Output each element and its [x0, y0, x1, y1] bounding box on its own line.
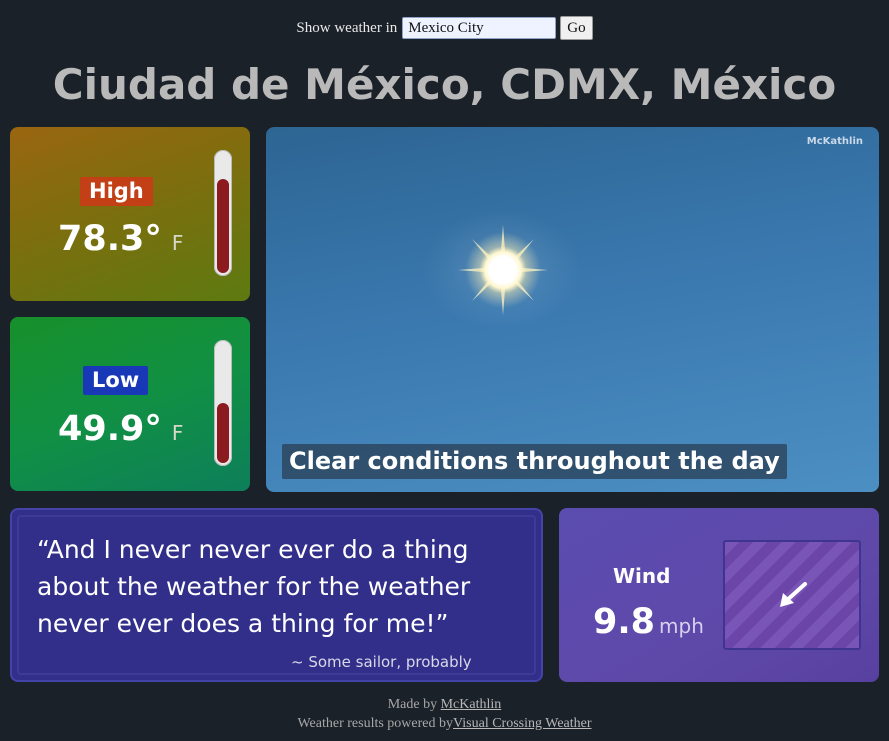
high-temperature: 78.3° F: [58, 219, 183, 259]
footer-credit: Made by McKathlin: [0, 697, 889, 713]
low-temperature: 49.9° F: [58, 409, 183, 449]
go-button[interactable]: Go: [560, 16, 593, 40]
quote-attribution: ~ Some sailor, probably: [291, 653, 472, 671]
search-label: Show weather in: [296, 19, 398, 36]
low-label: Low: [83, 366, 149, 395]
wind-speed: 9.8 mph: [593, 602, 704, 642]
high-label: High: [80, 177, 153, 206]
wind-card: Wind 9.8 mph: [559, 508, 879, 682]
mckathlin-link[interactable]: McKathlin: [441, 697, 502, 712]
footer-powered-by: Weather results powered byVisual Crossin…: [0, 716, 889, 732]
low-value: 49.9°: [58, 409, 162, 449]
page-title: Ciudad de México, CDMX, México: [52, 60, 837, 109]
high-thermometer-fill: [217, 179, 229, 273]
low-temperature-card: Low 49.9° F: [10, 317, 250, 491]
high-temperature-card: High 78.3° F: [10, 127, 250, 301]
wind-label: Wind: [613, 564, 671, 588]
visual-crossing-link[interactable]: Visual Crossing Weather: [453, 716, 592, 731]
location-input[interactable]: [402, 17, 557, 39]
high-thermometer-icon: [214, 150, 232, 276]
quote-frame: “And I never never ever do a thing about…: [17, 515, 536, 675]
wind-direction-panel: [723, 540, 861, 650]
sun-icon: [458, 225, 548, 315]
high-unit: F: [171, 231, 184, 255]
conditions-summary: Clear conditions throughout the day: [282, 444, 787, 479]
arrow-down-left-icon: [780, 582, 807, 607]
wind-value: 9.8: [593, 602, 656, 642]
high-value: 78.3°: [58, 219, 162, 259]
quote-text: “And I never never ever do a thing about…: [37, 535, 471, 638]
low-unit: F: [171, 421, 184, 445]
search-bar: Show weather in Go: [0, 16, 889, 40]
wind-unit: mph: [659, 614, 704, 638]
conditions-card: McKathlin Clear conditions throughout th…: [266, 127, 879, 492]
low-thermometer-icon: [214, 340, 232, 466]
low-thermometer-fill: [217, 403, 229, 463]
made-by-text: Made by: [387, 697, 438, 712]
image-watermark: McKathlin: [806, 136, 863, 147]
quote-card: “And I never never ever do a thing about…: [10, 508, 543, 682]
powered-by-text: Weather results powered by: [297, 716, 453, 731]
